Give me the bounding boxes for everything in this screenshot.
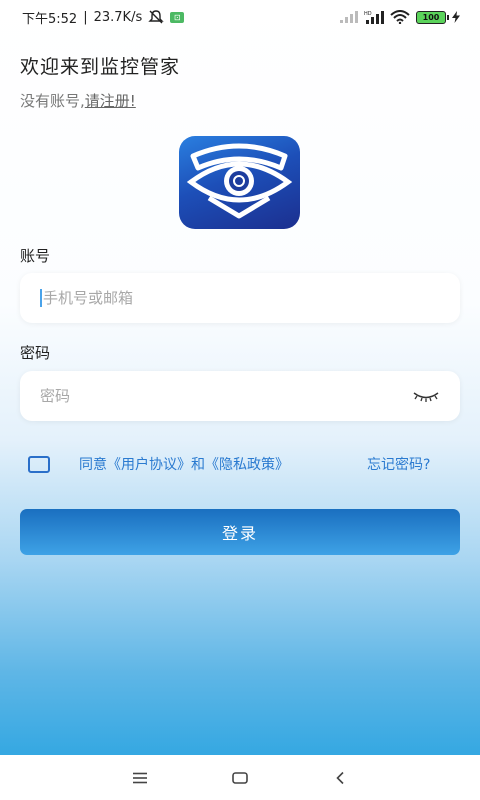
status-right: HD 100: [340, 10, 460, 24]
green-notification-icon: ⊡: [170, 11, 185, 23]
battery-icon: 100: [416, 10, 449, 24]
account-label: 账号: [20, 247, 51, 265]
forgot-password-link[interactable]: 忘记密码?: [367, 454, 430, 474]
password-label: 密码: [20, 344, 51, 362]
text-caret: [40, 289, 42, 307]
charging-icon: [452, 11, 460, 23]
home-button[interactable]: [220, 758, 260, 798]
agree-and: 和: [191, 457, 205, 473]
user-agreement-link[interactable]: 《用户协议》: [107, 454, 191, 474]
status-bar: 下午5:52 | 23.7K/s ⊡ HD 100: [0, 0, 480, 34]
account-field[interactable]: [20, 273, 460, 323]
agree-prefix: 同意: [79, 457, 107, 473]
agreement-text: 同意 《用户协议》和《隐私政策》: [79, 454, 289, 474]
back-button[interactable]: [320, 758, 360, 798]
svg-text:HD: HD: [364, 11, 372, 17]
eye-closed-icon[interactable]: [412, 388, 440, 404]
back-icon: [336, 771, 344, 784]
hd-signal-icon: HD: [364, 11, 384, 24]
welcome-title: 欢迎来到监控管家: [20, 56, 181, 78]
agree-checkbox[interactable]: [28, 455, 50, 473]
home-icon: [232, 771, 248, 784]
signal-icon-weak: [340, 11, 358, 23]
no-account-text: 没有账号,: [20, 92, 85, 110]
network-speed: 23.7K/s: [93, 9, 143, 25]
account-input[interactable]: [43, 289, 440, 307]
login-button[interactable]: 登录: [20, 509, 460, 555]
register-link[interactable]: 请注册!: [85, 92, 136, 110]
status-left: 下午5:52 | 23.7K/s ⊡: [22, 8, 185, 27]
app-logo: [179, 136, 300, 229]
menu-button[interactable]: [120, 758, 160, 798]
mute-icon: [148, 10, 164, 24]
eye-shield-logo-icon: [186, 143, 293, 219]
system-nav-bar: [0, 755, 480, 800]
wifi-icon: [390, 10, 410, 24]
password-field[interactable]: [20, 371, 460, 421]
password-input[interactable]: [40, 387, 412, 405]
menu-icon: [133, 772, 147, 783]
status-separator: |: [83, 9, 88, 25]
register-prompt: 没有账号,请注册!: [20, 90, 136, 111]
status-time: 下午5:52: [22, 11, 78, 27]
privacy-policy-link[interactable]: 《隐私政策》: [205, 454, 289, 474]
